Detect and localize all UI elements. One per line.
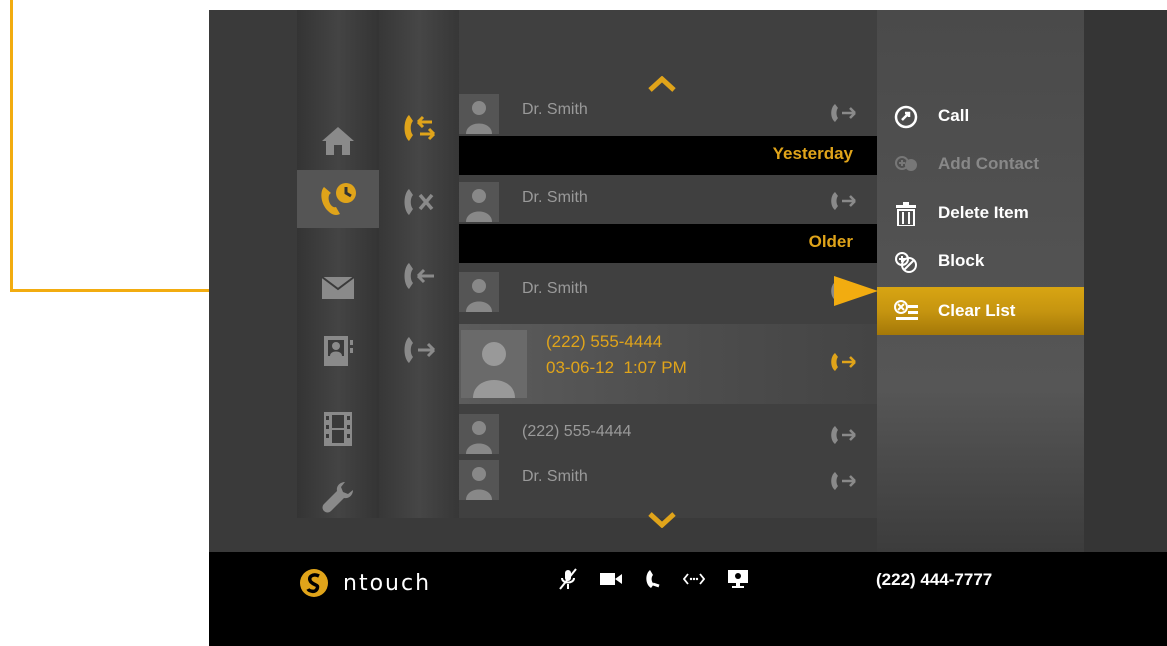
list-item-selected[interactable]: (222) 555-4444 03-06-12 1:07 PM: [459, 324, 877, 404]
brand-logo: ntouch: [299, 568, 431, 598]
screen-share-icon: [728, 570, 748, 588]
sorenson-logo-icon: [300, 569, 328, 597]
outgoing-call-icon: [831, 192, 856, 210]
settings-wrench-icon: [322, 482, 353, 513]
filter-all-calls[interactable]: [379, 102, 459, 154]
list-item[interactable]: (222) 555-4444: [459, 412, 877, 456]
call-history-list: Dr. Smith Yesterday Dr. Smith Older Dr. …: [459, 10, 877, 528]
mail-icon: [321, 276, 355, 299]
list-item[interactable]: Dr. Smith: [459, 458, 877, 502]
connection-icon: [683, 573, 705, 585]
incoming-calls-icon: [404, 263, 434, 289]
scroll-up-icon[interactable]: [648, 76, 676, 92]
status-bar: ntouch (222) 444-7777: [209, 552, 1167, 646]
scroll-down-icon[interactable]: [648, 512, 676, 528]
outgoing-calls-icon: [404, 337, 436, 363]
call-history-icon: [321, 183, 356, 215]
section-header-label: Yesterday: [772, 144, 853, 163]
menu-delete-item[interactable]: Delete Item: [877, 191, 1084, 235]
device-screen: Dr. Smith Yesterday Dr. Smith Older Dr. …: [209, 10, 1167, 646]
call-number: (222) 555-4444: [546, 332, 663, 351]
contact-name: Dr. Smith: [522, 468, 588, 485]
list-item[interactable]: Dr. Smith: [459, 92, 877, 136]
call-circle-icon: [894, 105, 918, 129]
nav-video-center[interactable]: [297, 400, 379, 458]
right-panel: [1084, 10, 1167, 552]
menu-clear-list[interactable]: Clear List: [877, 287, 1084, 335]
status-icons: [559, 568, 749, 590]
avatar-icon: [459, 414, 499, 454]
avatar-icon: [461, 330, 527, 398]
contact-name: Dr. Smith: [522, 101, 588, 118]
call-filters: [379, 10, 459, 518]
missed-calls-icon: [404, 189, 434, 215]
block-icon: [895, 252, 917, 273]
all-calls-icon: [404, 115, 436, 141]
call-datetime: 03-06-12 1:07 PM: [546, 358, 687, 377]
avatar-icon: [459, 94, 499, 134]
outgoing-call-icon: [831, 104, 856, 122]
nav-contacts[interactable]: [297, 322, 379, 380]
add-contact-icon: [895, 156, 917, 171]
outgoing-call-icon: [831, 353, 856, 371]
list-item[interactable]: Dr. Smith: [459, 180, 877, 224]
avatar-icon: [459, 460, 499, 500]
filter-incoming-calls[interactable]: [379, 250, 459, 302]
trash-icon: [896, 202, 916, 226]
outgoing-call-icon: [831, 426, 856, 444]
contacts-icon: [324, 336, 353, 366]
video-camera-icon: [600, 573, 622, 585]
home-icon: [322, 127, 354, 155]
contact-name: (222) 555-4444: [522, 423, 632, 440]
mic-muted-icon: [559, 568, 577, 590]
callout-arrowhead: [834, 276, 878, 306]
nav-mail[interactable]: [297, 258, 379, 316]
callout-line-vertical: [10, 0, 13, 292]
outgoing-call-icon: [831, 472, 856, 490]
menu-add-contact[interactable]: Add Contact: [877, 142, 1084, 186]
section-header: Yesterday: [459, 136, 877, 175]
menu-call[interactable]: Call: [877, 94, 1084, 138]
nav-call-history[interactable]: [297, 170, 379, 228]
clear-list-icon: [894, 300, 918, 320]
avatar-icon: [459, 272, 499, 312]
section-header: Older: [459, 224, 877, 263]
video-film-icon: [324, 412, 352, 446]
menu-block[interactable]: Block: [877, 239, 1084, 283]
context-menu: Call Add Contact Delete Item Block Clear…: [877, 10, 1084, 552]
my-phone-number: (222) 444-7777: [876, 570, 993, 589]
avatar-icon: [459, 182, 499, 222]
main-nav: [297, 10, 379, 518]
phone-icon: [646, 570, 660, 588]
section-header-label: Older: [808, 232, 853, 251]
contact-name: Dr. Smith: [522, 189, 588, 206]
contact-name: Dr. Smith: [522, 280, 588, 297]
filter-missed-calls[interactable]: [379, 176, 459, 228]
filter-outgoing-calls[interactable]: [379, 324, 459, 376]
brand-name: ntouch: [343, 570, 432, 596]
nav-settings[interactable]: [297, 468, 379, 526]
list-item[interactable]: Dr. Smith: [459, 268, 877, 314]
nav-home[interactable]: [297, 112, 379, 170]
